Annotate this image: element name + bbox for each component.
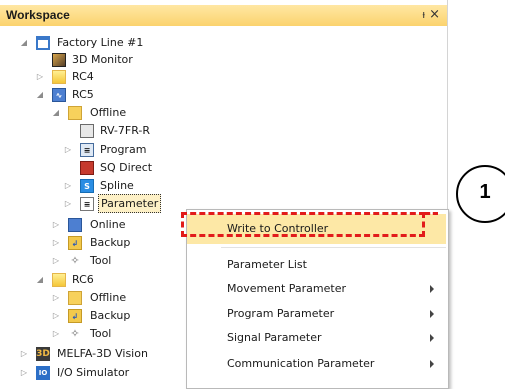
tree-item-label: Parameter [98,194,162,213]
tree-item-label: I/O Simulator [57,366,130,379]
backup-icon: ↲ [68,236,82,250]
menu-item-communication-parameter[interactable]: Communication Parameter [187,349,446,379]
collapse-arrow-icon[interactable]: ◢ [35,271,45,289]
menu-item-label: Signal Parameter [227,331,322,344]
tree-item-label: Offline [90,291,127,304]
tree-item-label: SQ Direct [100,161,153,174]
workspace-title: Workspace [6,8,70,22]
expand-arrow-icon[interactable]: ▷ [51,325,61,343]
tree-item-label: RV-7FR-R [100,124,151,137]
tree-item-io-simulator[interactable]: ▷ IO I/O Simulator [0,364,186,382]
tree-item-rc6[interactable]: ◢ RC6 [0,271,186,289]
tree-item-robot-model[interactable]: RV-7FR-R [0,122,447,140]
callout-number: 1 [479,181,491,203]
tree-item-label: Online [90,218,126,231]
expand-arrow-icon[interactable]: ▷ [51,216,61,234]
expand-arrow-icon[interactable]: ▷ [19,364,29,382]
submenu-arrow-icon [430,310,434,318]
tree-item-label: Spline [100,179,134,192]
tree-item-label: Offline [90,106,127,119]
spline-icon: S [80,179,94,193]
tree-item-rc4[interactable]: ▷ RC4 [0,68,447,86]
tree-item-label: 3D Monitor [72,53,133,66]
tree-item-online[interactable]: ▷ Online [0,216,186,234]
tree-item-label: Factory Line #1 [57,36,144,49]
tree-item-sq-direct[interactable]: SQ Direct [0,159,447,177]
menu-item-label: Program Parameter [227,307,335,320]
tree-item-label: RC4 [72,70,94,83]
workspace-header: Workspace ᵼ × [0,5,447,26]
tree-item-offline[interactable]: ◢ Offline [0,104,447,122]
tree-item-label: MELFA-3D Vision [57,347,148,360]
menu-separator [221,247,446,248]
controller-icon [52,70,66,84]
menu-item-label: Movement Parameter [227,282,346,295]
menu-item-label: Communication Parameter [227,357,375,370]
parameter-icon: ≡ [80,197,94,211]
tool-icon: ✧ [68,254,82,268]
tree-item-label: Backup [90,236,131,249]
tree-item-3d-monitor[interactable]: 3D Monitor [0,51,447,69]
controller-icon [52,273,66,287]
program-icon: ≡ [80,143,94,157]
collapse-arrow-icon[interactable]: ◢ [35,86,45,104]
collapse-arrow-icon[interactable]: ◢ [19,34,29,52]
tree-item-tool-rc6[interactable]: ▷ ✧ Tool [0,325,186,343]
monitor-icon [52,53,66,67]
expand-arrow-icon[interactable]: ▷ [35,68,45,86]
io-simulator-icon: IO [36,366,50,380]
submenu-arrow-icon [430,334,434,342]
expand-arrow-icon[interactable]: ▷ [63,195,73,213]
tree-item-label: RC5 [72,88,94,101]
tree-item-melfa-3d-vision[interactable]: ▷ 3D MELFA-3D Vision [0,345,186,363]
submenu-arrow-icon [430,360,434,368]
tree-item-factory-line[interactable]: ◢ Factory Line #1 [0,34,447,52]
tree-item-backup[interactable]: ▷ ↲ Backup [0,234,186,252]
tree-item-rc5[interactable]: ◢ ∿ RC5 [0,86,447,104]
tree-item-offline-rc6[interactable]: ▷ Offline [0,289,186,307]
menu-item-label: Parameter List [227,258,307,271]
pin-icon[interactable]: ᵼ [423,8,425,21]
folder-icon [68,106,82,120]
tree-item-backup-rc6[interactable]: ▷ ↲ Backup [0,307,186,325]
callout-connector [425,212,438,215]
window-icon [36,36,50,50]
submenu-arrow-icon [430,285,434,293]
backup-icon: ↲ [68,309,82,323]
online-icon [68,218,82,232]
menu-item-label: Write to Controller [227,222,329,235]
controller-online-icon: ∿ [52,88,66,102]
close-icon[interactable]: × [429,7,440,22]
tree-item-tool[interactable]: ▷ ✧ Tool [0,252,186,270]
expand-arrow-icon[interactable]: ▷ [63,141,73,159]
expand-arrow-icon[interactable]: ▷ [51,234,61,252]
tree-item-spline[interactable]: ▷ S Spline [0,177,447,195]
context-menu: Write to Controller Parameter List Movem… [186,209,449,389]
tool-icon: ✧ [68,327,82,341]
expand-arrow-icon[interactable]: ▷ [19,345,29,363]
tree-item-label: Program [100,143,147,156]
folder-icon [68,291,82,305]
expand-arrow-icon[interactable]: ▷ [63,177,73,195]
expand-arrow-icon[interactable]: ▷ [51,289,61,307]
expand-arrow-icon[interactable]: ▷ [51,252,61,270]
vision-3d-icon: 3D [36,347,50,361]
tree-item-program[interactable]: ▷ ≡ Program [0,141,447,159]
sq-direct-icon [80,161,94,175]
tree-item-label: Tool [90,327,112,340]
tree-item-label: RC6 [72,273,94,286]
tree-item-label: Backup [90,309,131,322]
robot-icon [80,124,94,138]
menu-item-write-to-controller[interactable]: Write to Controller [187,214,446,244]
expand-arrow-icon[interactable]: ▷ [51,307,61,325]
collapse-arrow-icon[interactable]: ◢ [51,104,61,122]
tree-item-label: Tool [90,254,112,267]
